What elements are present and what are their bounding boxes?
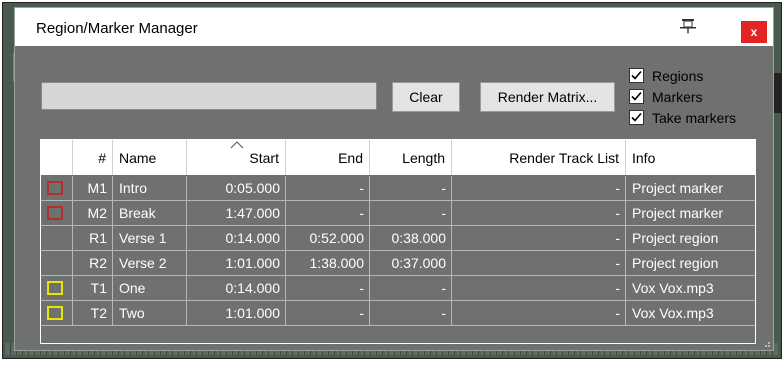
- cell-info: Project marker: [632, 205, 724, 221]
- cell-name: One: [113, 276, 187, 300]
- cell-end: 1:38.000: [286, 251, 370, 275]
- cell-render: -: [452, 176, 626, 200]
- cell-id: T1: [73, 276, 113, 300]
- filter-regions[interactable]: Regions: [629, 65, 736, 86]
- cell-end: -: [286, 276, 370, 300]
- cell-info: Project region: [632, 255, 719, 271]
- cell-color: [41, 251, 73, 275]
- filter-markers[interactable]: Markers: [629, 86, 736, 107]
- sort-ascending-icon: [230, 141, 244, 149]
- cell-start: 0:14.000: [187, 226, 286, 250]
- cell-start: 0:05.000: [187, 176, 286, 200]
- regions-label: Regions: [652, 67, 704, 84]
- cell-start: 1:47.000: [187, 201, 286, 225]
- table-row[interactable]: M1 Intro 0:05.000- - - Project marker: [41, 176, 755, 201]
- cell-color: [41, 301, 73, 325]
- cell-start: 0:14.000: [187, 276, 286, 300]
- table-header: # Name Start End Length Render Track Lis…: [41, 140, 755, 175]
- col-start-label: Start: [249, 149, 279, 166]
- titlebar[interactable]: Region/Marker Manager x: [15, 8, 773, 46]
- col-end[interactable]: End: [286, 140, 370, 175]
- cell-end: -: [286, 176, 370, 200]
- col-info[interactable]: Info: [626, 140, 755, 175]
- cell-end: -: [286, 201, 370, 225]
- cell-name: Verse 1: [113, 226, 187, 250]
- window-title: Region/Marker Manager: [36, 20, 198, 37]
- search-input[interactable]: [41, 82, 377, 110]
- cell-render: -: [452, 276, 626, 300]
- cell-id: M2: [73, 201, 113, 225]
- cell-name: Verse 2: [113, 251, 187, 275]
- track-edge: [773, 73, 781, 113]
- cell-color: [41, 176, 73, 200]
- check-icon: [631, 91, 642, 101]
- cell-length: -: [370, 176, 452, 200]
- cell-color: [41, 276, 73, 300]
- cell-name: Two: [113, 301, 187, 325]
- table-row[interactable]: T2 Two 1:01.000- - - Vox Vox.mp3: [41, 301, 755, 326]
- cell-end: 0:52.000: [286, 226, 370, 250]
- take-markers-label: Take markers: [652, 109, 737, 126]
- col-color[interactable]: [41, 140, 73, 175]
- table-row[interactable]: R1 Verse 1 0:14.000 0:52.000 0:38.000- Projec…: [41, 226, 755, 251]
- cell-length: 0:38.000: [370, 226, 452, 250]
- render-matrix-button[interactable]: Render Matrix...: [480, 82, 615, 112]
- resize-grip-icon[interactable]: [761, 338, 771, 348]
- cell-id: R1: [73, 226, 113, 250]
- cell-length: -: [370, 276, 452, 300]
- region-marker-table: # Name Start End Length Render Track Lis…: [41, 140, 755, 343]
- close-button[interactable]: x: [741, 21, 767, 43]
- color-swatch[interactable]: [47, 281, 63, 295]
- color-swatch[interactable]: [47, 206, 63, 220]
- cell-start: 1:01.000: [187, 251, 286, 275]
- col-number[interactable]: #: [73, 140, 113, 175]
- cell-name: Break: [113, 201, 187, 225]
- cell-length: -: [370, 201, 452, 225]
- cell-render: -: [452, 251, 626, 275]
- take-markers-checkbox[interactable]: [629, 110, 644, 125]
- cell-id: M1: [73, 176, 113, 200]
- cell-length: -: [370, 301, 452, 325]
- markers-label: Markers: [652, 88, 703, 105]
- close-icon: x: [750, 25, 758, 39]
- color-swatch[interactable]: [47, 306, 63, 320]
- table-row[interactable]: R2 Verse 2 1:01.000 1:38.000 0:37.000- Projec…: [41, 251, 755, 276]
- dialog-body: Clear Render Matrix... Regions Markers T…: [15, 46, 773, 350]
- filter-checkboxes: Regions Markers Take markers: [629, 65, 736, 128]
- cell-color: [41, 201, 73, 225]
- markers-checkbox[interactable]: [629, 89, 644, 104]
- cell-info: Vox Vox.mp3: [632, 280, 714, 296]
- cell-info: Project region: [632, 230, 719, 246]
- pin-icon[interactable]: [678, 17, 698, 35]
- table-row[interactable]: T1 One 0:14.000- - - Vox Vox.mp3: [41, 276, 755, 301]
- cell-length: 0:37.000: [370, 251, 452, 275]
- filter-take-markers[interactable]: Take markers: [629, 107, 736, 128]
- col-name[interactable]: Name: [113, 140, 187, 175]
- col-render-track-list[interactable]: Render Track List: [452, 140, 626, 175]
- cell-render: -: [452, 201, 626, 225]
- col-length[interactable]: Length: [370, 140, 452, 175]
- color-swatch[interactable]: [47, 181, 63, 195]
- region-marker-manager-window: Region/Marker Manager x Clear Render Mat…: [15, 8, 773, 350]
- check-icon: [631, 112, 642, 122]
- clear-button[interactable]: Clear: [392, 82, 460, 112]
- cell-id: T2: [73, 301, 113, 325]
- cell-info: Project marker: [632, 180, 724, 196]
- cell-render: -: [452, 226, 626, 250]
- check-icon: [631, 70, 642, 80]
- cell-end: -: [286, 301, 370, 325]
- cell-start: 1:01.000: [187, 301, 286, 325]
- cell-render: -: [452, 301, 626, 325]
- col-start[interactable]: Start: [187, 140, 286, 175]
- table-row[interactable]: M2 Break 1:47.000- - - Project marker: [41, 201, 755, 226]
- cell-color: [41, 226, 73, 250]
- cell-info: Vox Vox.mp3: [632, 305, 714, 321]
- regions-checkbox[interactable]: [629, 68, 644, 83]
- cell-id: R2: [73, 251, 113, 275]
- cell-name: Intro: [113, 176, 187, 200]
